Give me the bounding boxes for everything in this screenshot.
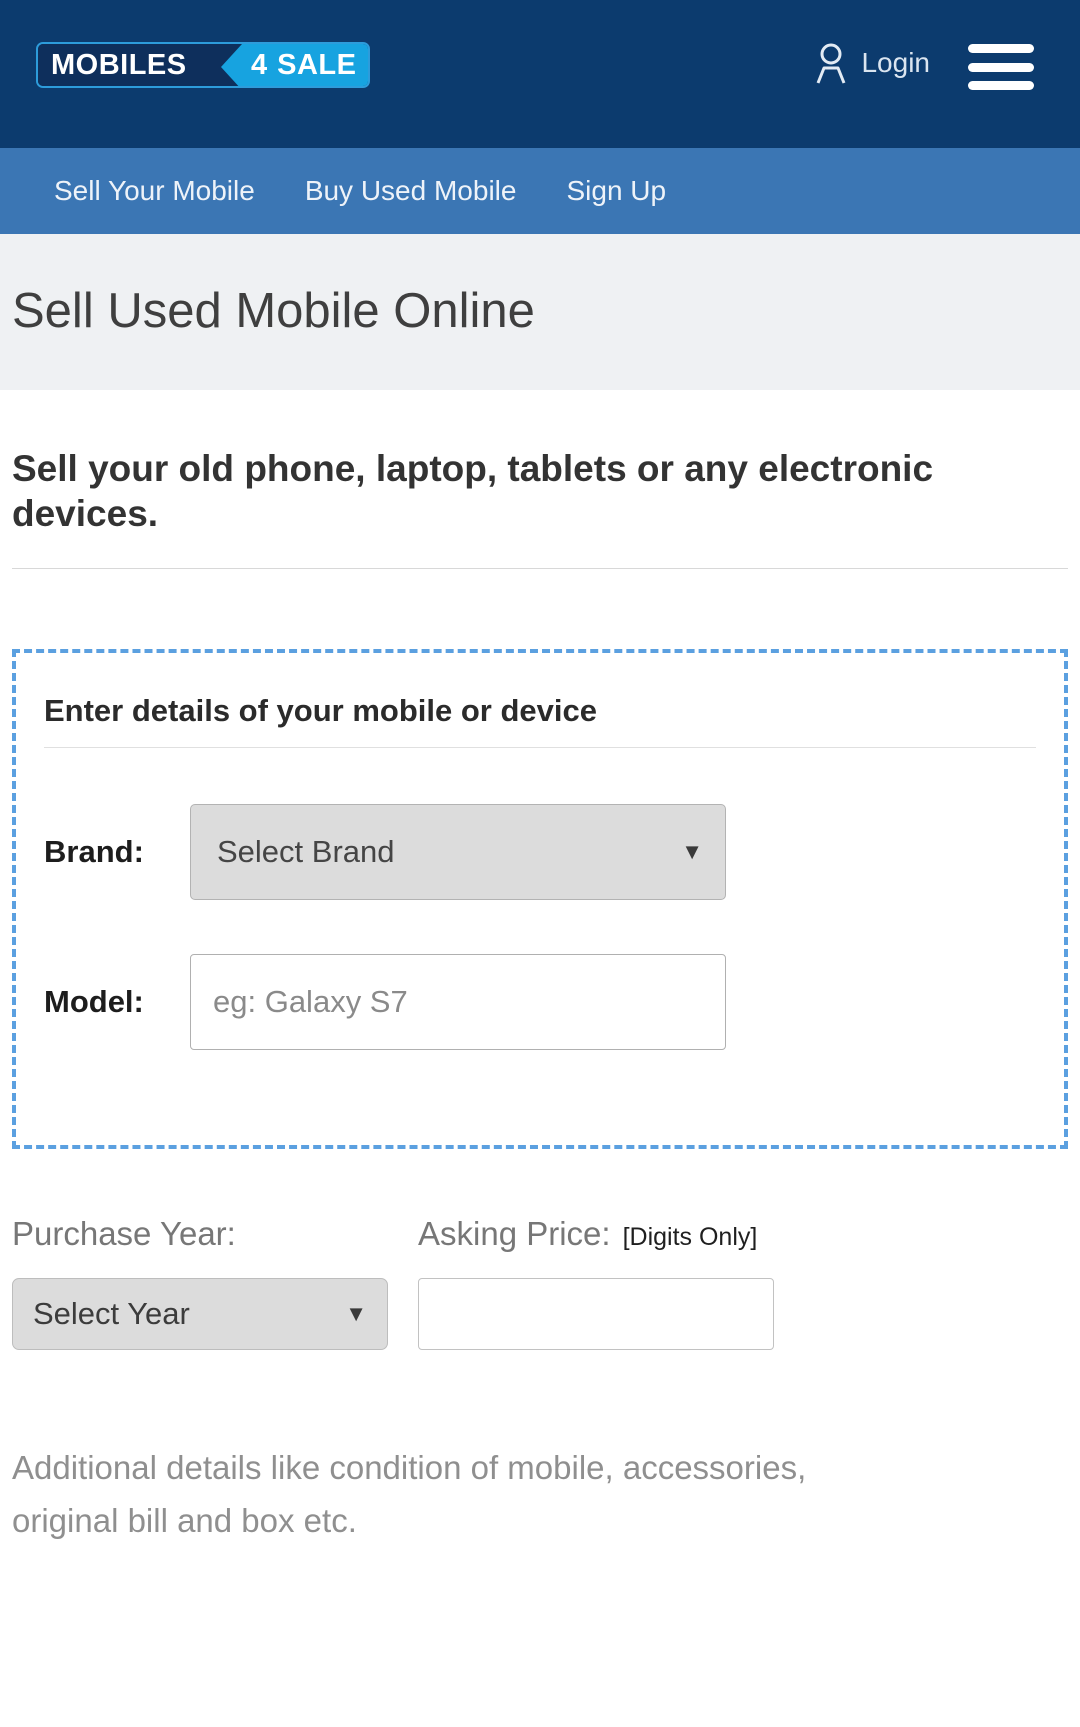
model-field-row: Model: [44,954,1036,1051]
main-content-panel: Sell your old phone, laptop, tablets or … [0,390,1080,1548]
site-logo[interactable]: MOBILES 4 SALE [36,42,370,88]
logo-primary-text: MOBILES [51,48,187,81]
purchase-year-select-value: Select Year [33,1296,190,1332]
logo-secondary-text: SALE [277,48,357,81]
nav-item-buy-used-mobile[interactable]: Buy Used Mobile [305,175,517,207]
page-title-band: Sell Used Mobile Online [0,234,1080,390]
subtitle-divider [12,568,1068,570]
user-icon [815,42,847,84]
nav-item-sell-your-mobile[interactable]: Sell Your Mobile [54,175,255,207]
site-header: MOBILES 4 SALE Login [0,0,1080,148]
nav-item-sign-up[interactable]: Sign Up [566,175,666,207]
purchase-details-row: Purchase Year: Select Year ▼ Asking Pric… [12,1217,1068,1351]
logo-dark-section: MOBILES [38,44,242,86]
model-label: Model: [44,984,144,1020]
hamburger-bar-3 [968,81,1034,90]
purchase-year-group: Purchase Year: Select Year ▼ [12,1217,418,1351]
brand-label: Brand: [44,834,144,870]
asking-price-note: [Digits Only] [622,1223,758,1252]
device-details-box: Enter details of your mobile or device B… [12,649,1068,1150]
hamburger-menu-icon[interactable] [968,44,1034,90]
logo-accent-number: 4 [251,48,268,81]
asking-price-input[interactable] [418,1278,774,1351]
login-button[interactable]: Login [815,42,930,84]
hamburger-bar-1 [968,44,1034,53]
additional-details-note: Additional details like condition of mob… [12,1449,807,1540]
logo-accent-section: 4 SALE [221,44,368,86]
page-subtitle: Sell your old phone, laptop, tablets or … [12,448,934,535]
purchase-year-label-text: Purchase Year: [12,1215,236,1253]
chevron-down-icon: ▼ [681,839,703,865]
login-label: Login [861,47,930,78]
chevron-down-icon: ▼ [345,1301,367,1327]
model-input[interactable] [190,954,726,1051]
device-details-heading: Enter details of your mobile or device [44,693,597,729]
brand-field-row: Brand: Select Brand ▼ [44,804,1036,901]
brand-select[interactable]: Select Brand ▼ [190,804,726,901]
purchase-year-label: Purchase Year: [12,1217,418,1250]
purchase-year-select[interactable]: Select Year ▼ [12,1278,388,1351]
asking-price-group: Asking Price: [Digits Only] [418,1217,1068,1351]
page-title: Sell Used Mobile Online [12,284,535,339]
primary-nav: Sell Your Mobile Buy Used Mobile Sign Up [0,148,1080,234]
asking-price-label: Asking Price: [Digits Only] [418,1217,1068,1250]
hamburger-bar-2 [968,62,1034,72]
device-details-divider [44,747,1036,749]
brand-select-value: Select Brand [217,834,395,870]
asking-price-label-text: Asking Price: [418,1215,611,1253]
